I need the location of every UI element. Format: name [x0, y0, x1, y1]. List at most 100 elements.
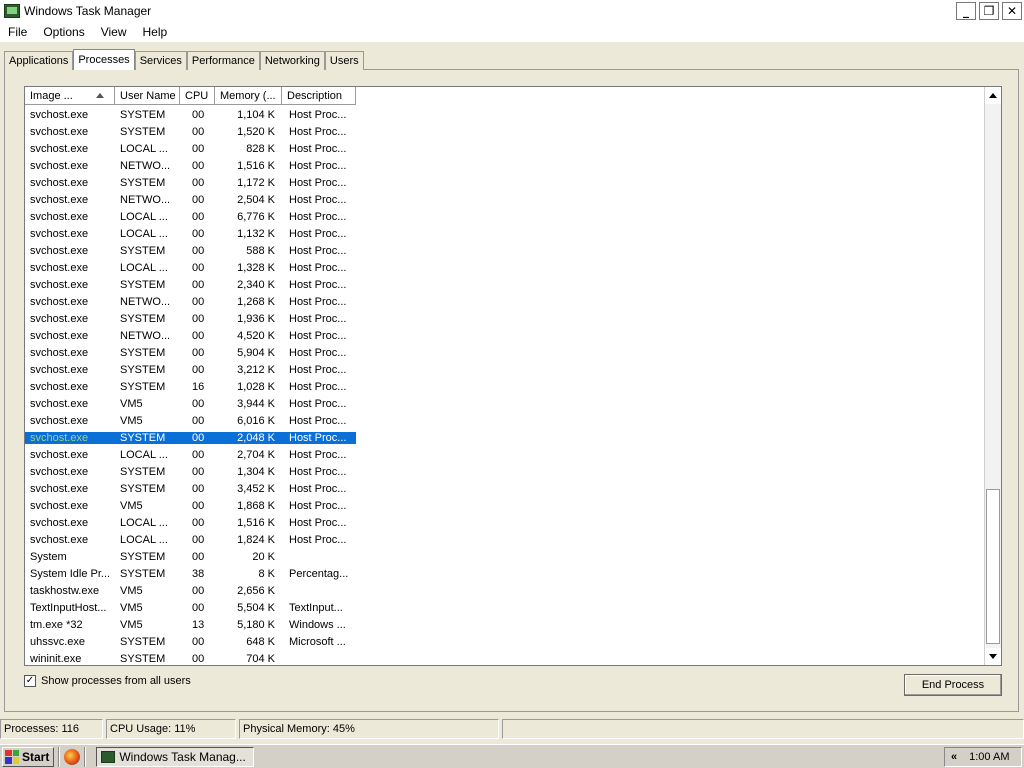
- menu-file[interactable]: File: [0, 25, 35, 39]
- cell-memory: 648 K: [246, 635, 275, 648]
- cell-description: Host Proc...: [289, 380, 347, 393]
- clock[interactable]: 1:00 AM: [969, 751, 1009, 763]
- table-row[interactable]: svchost.exe VM5 00 6,016 K Host Proc...: [25, 412, 985, 429]
- cell-description: Host Proc...: [289, 261, 347, 274]
- table-row[interactable]: svchost.exe VM5 00 1,868 K Host Proc...: [25, 497, 985, 514]
- table-row[interactable]: svchost.exe SYSTEM 00 1,304 K Host Proc...: [25, 463, 985, 480]
- table-row[interactable]: svchost.exe LOCAL ... 00 1,516 K Host Proc..…: [25, 514, 985, 531]
- table-row[interactable]: svchost.exe SYSTEM 00 1,172 K Host Proc...: [25, 174, 985, 191]
- tab-applications[interactable]: Applications: [4, 51, 74, 70]
- table-row[interactable]: svchost.exe SYSTEM 00 1,520 K Host Proc...: [25, 123, 985, 140]
- cell-description: Host Proc...: [289, 125, 347, 138]
- table-row[interactable]: svchost.exe NETWO... 00 1,516 K Host Proc...: [25, 157, 985, 174]
- cell-image-name: svchost.exe: [30, 465, 89, 478]
- tab-processes[interactable]: Processes: [73, 49, 135, 70]
- show-all-processes-checkbox[interactable]: ✓: [24, 675, 36, 687]
- scroll-up-button[interactable]: [985, 87, 1001, 104]
- table-row[interactable]: svchost.exe NETWO... 00 4,520 K Host Proc...: [25, 327, 985, 344]
- cell-memory: 1,516 K: [237, 516, 275, 529]
- status-empty: [502, 719, 1024, 739]
- cell-memory: 5,504 K: [237, 601, 275, 614]
- cell-cpu: 00: [192, 550, 205, 563]
- menu-options[interactable]: Options: [35, 25, 92, 39]
- column-memory[interactable]: Memory (...: [215, 87, 282, 105]
- tab-users[interactable]: Users: [324, 51, 364, 70]
- table-row[interactable]: System SYSTEM 00 20 K: [25, 548, 985, 565]
- cell-user-name: SYSTEM: [120, 346, 166, 359]
- cell-user-name: NETWO...: [120, 193, 171, 206]
- table-row[interactable]: svchost.exe SYSTEM 00 2,340 K Host Proc...: [25, 276, 985, 293]
- cell-image-name: svchost.exe: [30, 159, 89, 172]
- table-row[interactable]: svchost.exe SYSTEM 00 3,212 K Host Proc...: [25, 361, 985, 378]
- process-list[interactable]: Image ... User Name CPU Memory (... Desc…: [24, 86, 1002, 666]
- cell-image-name: svchost.exe: [30, 448, 89, 461]
- table-row[interactable]: svchost.exe LOCAL ... 00 1,132 K Host Proc..…: [25, 225, 985, 242]
- table-row[interactable]: svchost.exe NETWO... 00 2,504 K Host Proc...: [25, 191, 985, 208]
- table-row[interactable]: svchost.exe LOCAL ... 00 828 K Host Proc...: [25, 140, 985, 157]
- column-user-name[interactable]: User Name: [115, 87, 180, 105]
- cell-user-name: LOCAL ...: [120, 210, 168, 223]
- cell-memory: 2,704 K: [237, 448, 275, 461]
- status-processes: Processes: 116: [0, 719, 103, 739]
- menu-view[interactable]: View: [93, 25, 135, 39]
- cell-image-name: svchost.exe: [30, 278, 89, 291]
- table-row[interactable]: svchost.exe SYSTEM 00 1,104 K Host Proc...: [25, 106, 985, 123]
- cell-description: Host Proc...: [289, 210, 347, 223]
- table-row[interactable]: svchost.exe VM5 00 3,944 K Host Proc...: [25, 395, 985, 412]
- table-row[interactable]: tm.exe *32 VM5 13 5,180 K Windows ...: [25, 616, 985, 633]
- cell-memory: 1,868 K: [237, 499, 275, 512]
- table-row[interactable]: svchost.exe LOCAL ... 00 1,328 K Host Proc..…: [25, 259, 985, 276]
- cell-user-name: LOCAL ...: [120, 448, 168, 461]
- table-row[interactable]: svchost.exe LOCAL ... 00 6,776 K Host Proc..…: [25, 208, 985, 225]
- show-all-processes-option[interactable]: ✓ Show processes from all users: [24, 675, 191, 687]
- table-row[interactable]: svchost.exe SYSTEM 00 5,904 K Host Proc...: [25, 344, 985, 361]
- cell-image-name: svchost.exe: [30, 397, 89, 410]
- cell-cpu: 00: [192, 584, 205, 597]
- cell-description: TextInput...: [289, 601, 343, 614]
- title-bar[interactable]: Windows Task Manager _ ❐ ✕: [0, 0, 1024, 22]
- taskbar-task-manager-button[interactable]: Windows Task Manag...: [96, 746, 255, 767]
- end-process-button[interactable]: End Process: [904, 674, 1002, 696]
- column-label: Memory (...: [220, 89, 276, 102]
- cell-user-name: SYSTEM: [120, 278, 166, 291]
- table-row[interactable]: svchost.exe SYSTEM 00 3,452 K Host Proc...: [25, 480, 985, 497]
- cell-cpu: 00: [192, 142, 205, 155]
- table-row[interactable]: svchost.exe SYSTEM 00 1,936 K Host Proc...: [25, 310, 985, 327]
- table-row[interactable]: TextInputHost... VM5 00 5,504 K TextInput...: [25, 599, 985, 616]
- table-row[interactable]: wininit.exe SYSTEM 00 704 K: [25, 650, 985, 665]
- cell-memory: 4,520 K: [237, 329, 275, 342]
- tray-expand-icon[interactable]: «: [951, 751, 957, 763]
- column-description[interactable]: Description: [282, 87, 356, 105]
- table-row[interactable]: svchost.exe SYSTEM 00 588 K Host Proc...: [25, 242, 985, 259]
- restore-button[interactable]: ❐: [979, 2, 999, 20]
- column-cpu[interactable]: CPU: [180, 87, 215, 105]
- minimize-button[interactable]: _: [956, 2, 976, 20]
- table-row[interactable]: svchost.exe SYSTEM 16 1,028 K Host Proc...: [25, 378, 985, 395]
- firefox-icon[interactable]: [64, 748, 81, 765]
- scroll-down-button[interactable]: [985, 648, 1001, 665]
- cell-memory: 20 K: [252, 550, 275, 563]
- cell-image-name: svchost.exe: [30, 346, 89, 359]
- tab-services[interactable]: Services: [134, 51, 187, 70]
- cell-cpu: 00: [192, 210, 205, 223]
- vertical-scrollbar[interactable]: [984, 87, 1001, 665]
- cell-description: Host Proc...: [289, 159, 347, 172]
- scroll-thumb[interactable]: [986, 489, 1000, 644]
- cell-image-name: svchost.exe: [30, 142, 89, 155]
- table-row[interactable]: svchost.exe LOCAL ... 00 2,704 K Host Proc..…: [25, 446, 985, 463]
- table-row[interactable]: uhssvc.exe SYSTEM 00 648 K Microsoft ...: [25, 633, 985, 650]
- tab-networking[interactable]: Networking: [259, 51, 325, 70]
- table-row[interactable]: System Idle Pr... SYSTEM 38 8 K Percentag...: [25, 565, 985, 582]
- start-button[interactable]: Start: [2, 746, 55, 767]
- tab-performance[interactable]: Performance: [186, 51, 260, 70]
- table-row[interactable]: svchost.exe LOCAL ... 00 1,824 K Host Proc..…: [25, 531, 985, 548]
- table-row[interactable]: taskhostw.exe VM5 00 2,656 K: [25, 582, 985, 599]
- cell-memory: 1,268 K: [237, 295, 275, 308]
- column-image-name[interactable]: Image ...: [25, 87, 115, 105]
- quicklaunch-separator: [84, 746, 87, 767]
- menu-help[interactable]: Help: [135, 25, 176, 39]
- table-row[interactable]: svchost.exe NETWO... 00 1,268 K Host Proc...: [25, 293, 985, 310]
- close-button[interactable]: ✕: [1002, 2, 1022, 20]
- cell-memory: 3,452 K: [237, 482, 275, 495]
- table-row[interactable]: svchost.exe SYSTEM 00 2,048 K Host Proc...: [25, 429, 356, 446]
